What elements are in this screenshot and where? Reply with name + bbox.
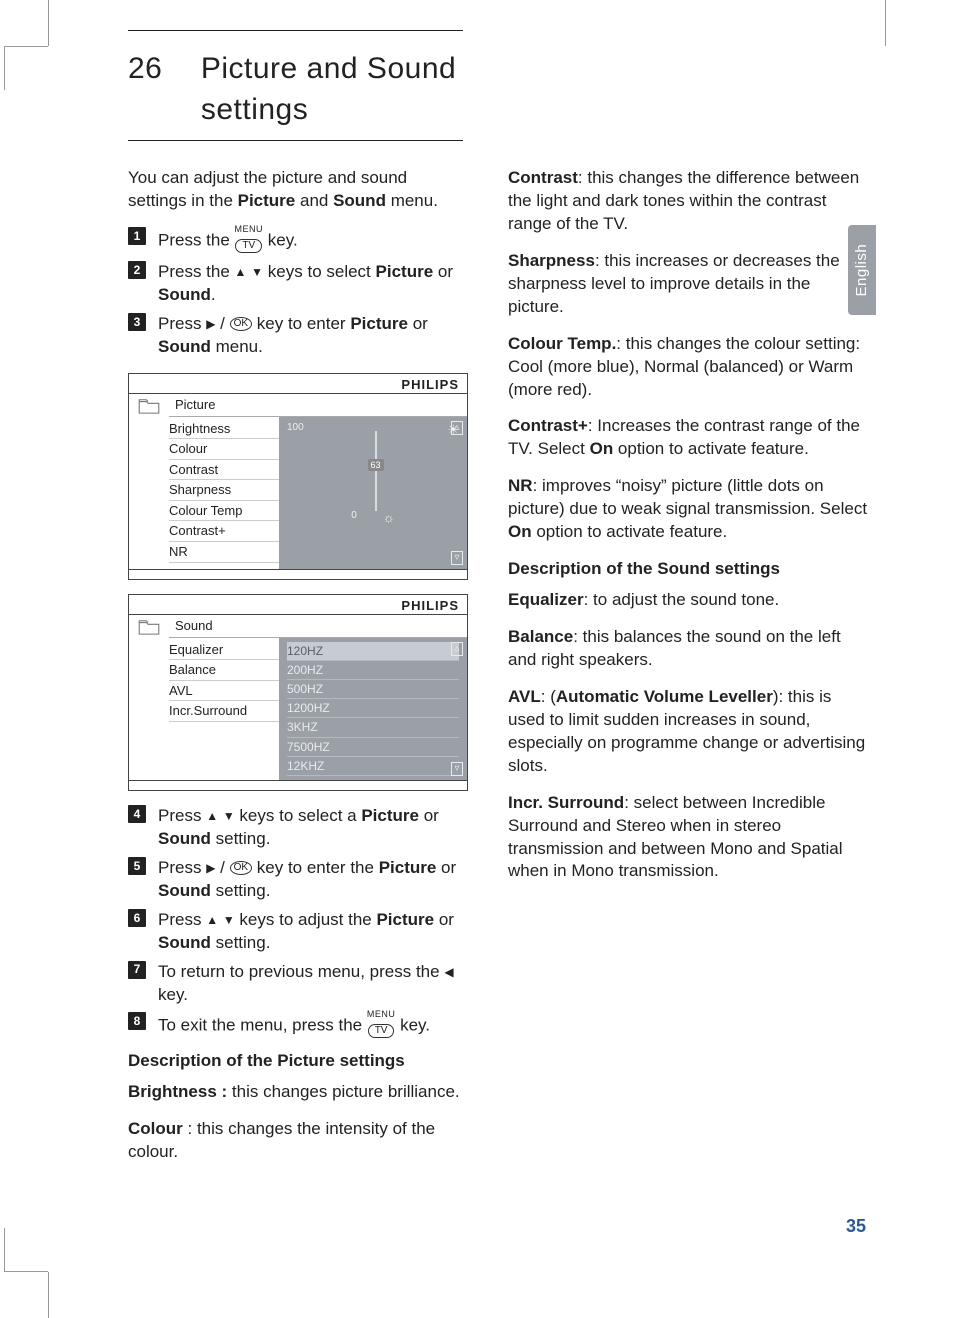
step-number: 6 (128, 909, 146, 927)
step-number: 2 (128, 261, 146, 279)
osd-equalizer-panel: ▵ 120HZ 200HZ 500HZ 1200HZ 3KHZ 7500HZ 1… (279, 638, 467, 780)
step-body: Press ▲ ▼ keys to select a Picture or So… (158, 805, 468, 851)
scroll-down-icon: ▿ (451, 762, 463, 776)
osd-item: Contrast (169, 460, 279, 481)
left-arrow-icon: ◀ (444, 964, 453, 980)
desc-colour-temp: Colour Temp.: this changes the colour se… (508, 333, 868, 402)
step-body: Press ▲ ▼ keys to adjust the Picture or … (158, 909, 468, 955)
step-5: 5 Press ▶ / OK key to enter the Picture … (128, 857, 468, 903)
ok-key-icon: OK (230, 317, 252, 331)
page: 26 Picture and Sound settings You can ad… (0, 0, 954, 1318)
ok-key-icon: OK (230, 861, 252, 875)
scroll-up-icon: ▵ (451, 642, 463, 656)
step-3: 3 Press ▶ / OK key to enter Picture or S… (128, 313, 468, 359)
osd-item: Colour Temp (169, 501, 279, 522)
folder-icon (129, 394, 169, 417)
osd-picture-items: Brightness Colour Contrast Sharpness Col… (129, 417, 279, 569)
osd-item: AVL (169, 681, 279, 702)
eq-band: 1200HZ (287, 699, 459, 718)
desc-brightness: Brightness : this changes picture brilli… (128, 1081, 468, 1104)
slider-value: 63 (368, 459, 384, 471)
osd-item: NR (169, 542, 279, 563)
osd-sound-items: Equalizer Balance AVL Incr.Surround (129, 638, 279, 780)
step-2: 2 Press the ▲ ▼ keys to select Picture o… (128, 261, 468, 307)
osd-item: Colour (169, 439, 279, 460)
right-column: Contrast: this changes the difference be… (508, 167, 868, 1178)
osd-item: Sharpness (169, 480, 279, 501)
scroll-down-icon: ▿ (451, 551, 463, 565)
desc-balance: Balance: this balances the sound on the … (508, 626, 868, 672)
step-number: 7 (128, 961, 146, 979)
language-tab: English (848, 225, 876, 315)
page-number: 35 (846, 1214, 866, 1238)
step-number: 5 (128, 857, 146, 875)
slider-min: 0 (351, 509, 357, 527)
osd-item: Equalizer (169, 640, 279, 661)
down-arrow-icon: ▼ (223, 808, 235, 824)
osd-title: Picture (169, 394, 467, 417)
step-1: 1 Press the MENU TV key. (128, 227, 468, 255)
down-arrow-icon: ▼ (251, 264, 263, 280)
desc-colour: Colour : this changes the intensity of t… (128, 1118, 468, 1164)
section-title: Picture and Sound settings (201, 49, 456, 130)
folder-icon (129, 615, 169, 638)
step-number: 8 (128, 1012, 146, 1030)
step-4: 4 Press ▲ ▼ keys to select a Picture or … (128, 805, 468, 851)
osd-slider-panel: ▵ 100 63 ☀ 0 ☼ (279, 417, 467, 569)
up-arrow-icon: ▲ (206, 912, 218, 928)
content-columns: You can adjust the picture and sound set… (128, 167, 876, 1178)
step-body: To return to previous menu, press the ◀ … (158, 961, 468, 1007)
step-body: Press ▶ / OK key to enter the Picture or… (158, 857, 468, 903)
section-heading: 26 Picture and Sound settings (128, 49, 876, 130)
step-number: 3 (128, 313, 146, 331)
osd-picture-menu: PHILIPS Picture Brightness Colour Contra… (128, 373, 468, 580)
osd-item: Incr.Surround (169, 701, 279, 722)
sun-dim-icon: ☼ (383, 509, 395, 527)
scroll-up-icon: ▵ (451, 421, 463, 435)
picture-settings-heading: Description of the Picture settings (128, 1050, 468, 1073)
header-rule-bottom (128, 140, 463, 141)
step-7: 7 To return to previous menu, press the … (128, 961, 468, 1007)
osd-brand: PHILIPS (129, 374, 467, 395)
desc-contrast: Contrast: this changes the difference be… (508, 167, 868, 236)
step-number: 4 (128, 805, 146, 823)
tv-menu-key-icon: MENU TV (367, 1010, 396, 1038)
tv-menu-key-icon: MENU TV (235, 225, 264, 253)
step-6: 6 Press ▲ ▼ keys to adjust the Picture o… (128, 909, 468, 955)
osd-item: Balance (169, 660, 279, 681)
desc-contrast-plus: Contrast+: Increases the contrast range … (508, 415, 868, 461)
desc-equalizer: Equalizer: to adjust the sound tone. (508, 589, 868, 612)
eq-band: 12KHZ (287, 757, 459, 776)
step-body: Press the ▲ ▼ keys to select Picture or … (158, 261, 468, 307)
step-body: Press the MENU TV key. (158, 227, 468, 255)
eq-band: 500HZ (287, 680, 459, 699)
step-number: 1 (128, 227, 146, 245)
intro-paragraph: You can adjust the picture and sound set… (128, 167, 468, 213)
step-body: To exit the menu, press the MENU TV key. (158, 1012, 468, 1040)
eq-band: 200HZ (287, 661, 459, 680)
left-column: You can adjust the picture and sound set… (128, 167, 468, 1178)
osd-item: Brightness (169, 419, 279, 440)
desc-sharpness: Sharpness: this increases or decreases t… (508, 250, 868, 319)
slider-max: 100 (287, 421, 304, 435)
osd-item: Contrast+ (169, 521, 279, 542)
eq-band-selected: 120HZ (287, 642, 459, 661)
down-arrow-icon: ▼ (223, 912, 235, 928)
osd-title: Sound (169, 615, 467, 638)
step-body: Press ▶ / OK key to enter Picture or Sou… (158, 313, 468, 359)
up-arrow-icon: ▲ (235, 264, 247, 280)
osd-brand: PHILIPS (129, 595, 467, 616)
desc-incr-surround: Incr. Surround: select between Incredibl… (508, 792, 868, 884)
step-8: 8 To exit the menu, press the MENU TV ke… (128, 1012, 468, 1040)
section-number: 26 (128, 49, 192, 90)
up-arrow-icon: ▲ (206, 808, 218, 824)
desc-nr: NR: improves “noisy” picture (little dot… (508, 475, 868, 544)
eq-band: 3KHZ (287, 718, 459, 737)
desc-avl: AVL: (Automatic Volume Leveller): this i… (508, 686, 868, 778)
osd-sound-menu: PHILIPS Sound Equalizer Balance AVL Incr… (128, 594, 468, 791)
eq-band: 7500HZ (287, 738, 459, 757)
header-rule-top (128, 30, 463, 31)
sound-settings-heading: Description of the Sound settings (508, 558, 868, 581)
